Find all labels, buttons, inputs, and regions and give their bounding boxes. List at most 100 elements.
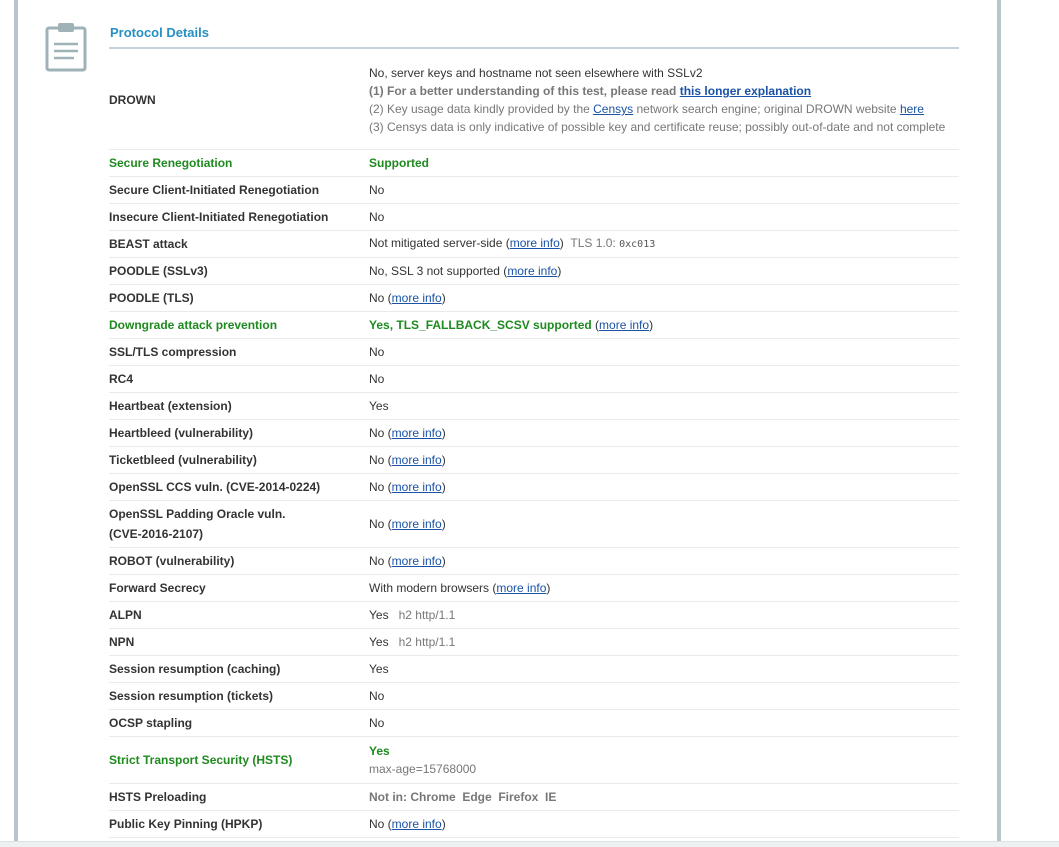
more-info-link[interactable]: more info — [510, 236, 560, 250]
row-label: Ticketbleed (vulnerability) — [109, 453, 257, 467]
row-label: POODLE (SSLv3) — [109, 264, 208, 278]
table-row-downgrade-prevention: Downgrade attack prevention Yes, TLS_FAL… — [109, 312, 959, 339]
table-row-session-tickets: Session resumption (tickets) No — [109, 683, 959, 710]
table-row-secure-renegotiation: Secure Renegotiation Supported — [109, 150, 959, 177]
table-row-hpkp: Public Key Pinning (HPKP) No (more info) — [109, 811, 959, 838]
row-value: With modern browsers (more info) — [369, 581, 551, 595]
clipboard-icon — [45, 23, 87, 72]
table-row-alpn: ALPN Yes h2 http/1.1 — [109, 602, 959, 629]
longer-explanation-link[interactable]: this longer explanation — [680, 84, 811, 98]
page-frame-right — [997, 0, 1001, 842]
more-info-link[interactable]: more info — [496, 581, 546, 595]
table-row-padding-oracle: OpenSSL Padding Oracle vuln. (CVE-2016-2… — [109, 501, 959, 548]
table-row-ticketbleed: Ticketbleed (vulnerability) No (more inf… — [109, 447, 959, 474]
table-row-hsts-preloading: HSTS Preloading Not in: Chrome Edge Fire… — [109, 784, 959, 811]
row-label: Session resumption (tickets) — [109, 689, 274, 703]
table-row-heartbleed: Heartbleed (vulnerability) No (more info… — [109, 420, 959, 447]
row-value: No — [369, 183, 385, 197]
row-value: No — [369, 345, 385, 359]
more-info-link[interactable]: more info — [392, 291, 442, 305]
row-label: HSTS Preloading — [109, 790, 207, 804]
table-row-robot: ROBOT (vulnerability) No (more info) — [109, 548, 959, 575]
row-value: No (more info) — [369, 817, 446, 831]
more-info-link[interactable]: more info — [507, 264, 557, 278]
alpn-protocols: h2 http/1.1 — [398, 608, 456, 622]
drown-status: No, server keys and hostname not seen el… — [369, 66, 703, 80]
row-label: OpenSSL CCS vuln. (CVE-2014-0224) — [109, 480, 321, 494]
row-value: No (more info) — [369, 554, 446, 568]
page-bottom-strip — [0, 841, 1059, 847]
more-info-link[interactable]: more info — [392, 554, 442, 568]
table-row-ocsp-stapling: OCSP stapling No — [109, 710, 959, 737]
row-label: Session resumption (caching) — [109, 662, 281, 676]
row-label: Secure Renegotiation — [109, 156, 233, 170]
more-info-link[interactable]: more info — [392, 453, 442, 467]
drown-website-link[interactable]: here — [900, 102, 924, 116]
section-title: Protocol Details — [110, 25, 209, 40]
row-label: SSL/TLS compression — [109, 345, 237, 359]
row-value: No — [369, 210, 385, 224]
row-value: No, server keys and hostname not seen el… — [369, 51, 959, 149]
row-label: Downgrade attack prevention — [109, 318, 278, 332]
row-label: OpenSSL Padding Oracle vuln. (CVE-2016-2… — [109, 507, 286, 541]
row-label: NPN — [109, 635, 135, 649]
table-row-session-caching: Session resumption (caching) Yes — [109, 656, 959, 683]
row-value: No (more info) — [369, 517, 446, 531]
page-frame-left — [14, 0, 18, 842]
table-row-forward-secrecy: Forward Secrecy With modern browsers (mo… — [109, 575, 959, 602]
row-label: BEAST attack — [109, 237, 188, 251]
row-label: Public Key Pinning (HPKP) — [109, 817, 263, 831]
drown-note-1: (1) For a better understanding of this t… — [369, 84, 812, 98]
row-label: Strict Transport Security (HSTS) — [109, 753, 293, 767]
table-row-rc4: RC4 No — [109, 366, 959, 393]
row-label: Heartbleed (vulnerability) — [109, 426, 254, 440]
row-value: Not mitigated server-side (more info) TL… — [369, 236, 656, 250]
hsts-status: Yes — [369, 744, 390, 758]
row-label: RC4 — [109, 372, 134, 386]
row-label: OCSP stapling — [109, 716, 193, 730]
table-row-client-renegotiation: Secure Client-Initiated Renegotiation No — [109, 177, 959, 204]
table-row-insecure-renegotiation: Insecure Client-Initiated Renegotiation … — [109, 204, 959, 231]
table-row-poodle-tls: POODLE (TLS) No (more info) — [109, 285, 959, 312]
row-label: Forward Secrecy — [109, 581, 206, 595]
row-label: Insecure Client-Initiated Renegotiation — [109, 210, 329, 224]
hsts-max-age: max-age=15768000 — [369, 762, 477, 776]
npn-protocols: h2 http/1.1 — [398, 635, 456, 649]
more-info-link[interactable]: more info — [392, 517, 442, 531]
row-value: Yes — [369, 399, 389, 413]
row-label: ROBOT (vulnerability) — [109, 554, 235, 568]
row-value: Yes max-age=15768000 — [369, 737, 959, 783]
row-label: Heartbeat (extension) — [109, 399, 232, 413]
row-value: No, SSL 3 not supported (more info) — [369, 264, 562, 278]
row-value: Supported — [369, 156, 429, 170]
drown-note-2: (2) Key usage data kindly provided by th… — [369, 102, 924, 116]
drown-note-3: (3) Censys data is only indicative of po… — [369, 120, 946, 134]
row-value: No (more info) — [369, 291, 446, 305]
more-info-link[interactable]: more info — [599, 318, 649, 332]
row-label: Secure Client-Initiated Renegotiation — [109, 183, 320, 197]
row-value: Yes — [369, 662, 389, 676]
more-info-link[interactable]: more info — [392, 480, 442, 494]
row-label: DROWN — [109, 93, 156, 107]
row-label: ALPN — [109, 608, 142, 622]
row-value: No (more info) — [369, 453, 446, 467]
table-row-drown: DROWN No, server keys and hostname not s… — [109, 51, 959, 150]
table-row-npn: NPN Yes h2 http/1.1 — [109, 629, 959, 656]
row-value: No — [369, 689, 385, 703]
row-value: No — [369, 372, 385, 386]
row-value: No (more info) — [369, 426, 446, 440]
beast-tls-label: TLS 1.0: — [570, 236, 620, 250]
row-value: Not in: Chrome Edge Firefox IE — [369, 790, 557, 804]
table-row-openssl-ccs: OpenSSL CCS vuln. (CVE-2014-0224) No (mo… — [109, 474, 959, 501]
more-info-link[interactable]: more info — [392, 426, 442, 440]
censys-link[interactable]: Censys — [593, 102, 633, 116]
beast-cipher-code: 0xc013 — [619, 239, 656, 250]
table-row-hsts: Strict Transport Security (HSTS) Yes max… — [109, 737, 959, 784]
row-label: POODLE (TLS) — [109, 291, 194, 305]
row-value: No (more info) — [369, 480, 446, 494]
table-row-beast: BEAST attack Not mitigated server-side (… — [109, 231, 959, 258]
table-row-poodle-sslv3: POODLE (SSLv3) No, SSL 3 not supported (… — [109, 258, 959, 285]
section-title-rule — [109, 47, 959, 49]
more-info-link[interactable]: more info — [392, 817, 442, 831]
row-value: Yes h2 http/1.1 — [369, 608, 456, 622]
